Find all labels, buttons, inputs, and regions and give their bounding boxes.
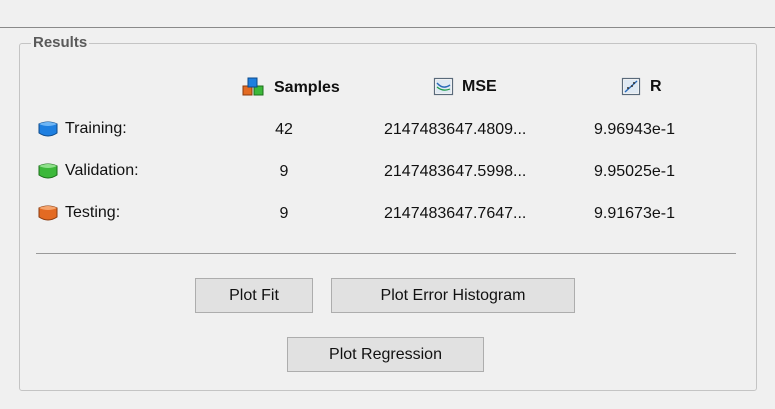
mse-icon xyxy=(433,77,454,96)
training-label-text: Training: xyxy=(65,120,127,137)
mse-header: MSE xyxy=(433,77,497,97)
samples-icon xyxy=(242,77,264,96)
training-cube-icon xyxy=(38,121,58,137)
regression-icon xyxy=(621,77,641,96)
mse-header-label: MSE xyxy=(462,78,497,95)
validation-cube-icon xyxy=(38,163,58,179)
testing-mse: 2147483647.7647... xyxy=(384,205,527,222)
validation-r: 9.95025e-1 xyxy=(594,163,675,180)
plot-error-histogram-button[interactable]: Plot Error Histogram xyxy=(331,278,575,313)
results-separator xyxy=(36,253,736,254)
training-r: 9.96943e-1 xyxy=(594,121,675,138)
window-divider xyxy=(0,27,775,28)
validation-samples: 9 xyxy=(279,163,289,180)
training-label: Training: xyxy=(37,118,127,140)
r-header: R xyxy=(621,77,662,97)
testing-samples: 9 xyxy=(279,205,289,222)
testing-label: Testing: xyxy=(37,202,120,224)
plot-fit-button[interactable]: Plot Fit xyxy=(195,278,313,313)
results-group-title: Results xyxy=(31,34,90,51)
testing-r: 9.91673e-1 xyxy=(594,205,675,222)
validation-label-text: Validation: xyxy=(65,162,139,179)
validation-label: Validation: xyxy=(37,160,139,182)
samples-header-label: Samples xyxy=(274,79,340,96)
samples-header: Samples xyxy=(241,77,340,99)
testing-label-text: Testing: xyxy=(65,204,121,221)
testing-cube-icon xyxy=(38,205,58,221)
training-samples: 42 xyxy=(275,121,293,138)
plot-regression-button[interactable]: Plot Regression xyxy=(287,337,484,372)
r-header-label: R xyxy=(650,78,662,95)
training-mse: 2147483647.4809... xyxy=(384,121,527,138)
validation-mse: 2147483647.5998... xyxy=(384,163,527,180)
